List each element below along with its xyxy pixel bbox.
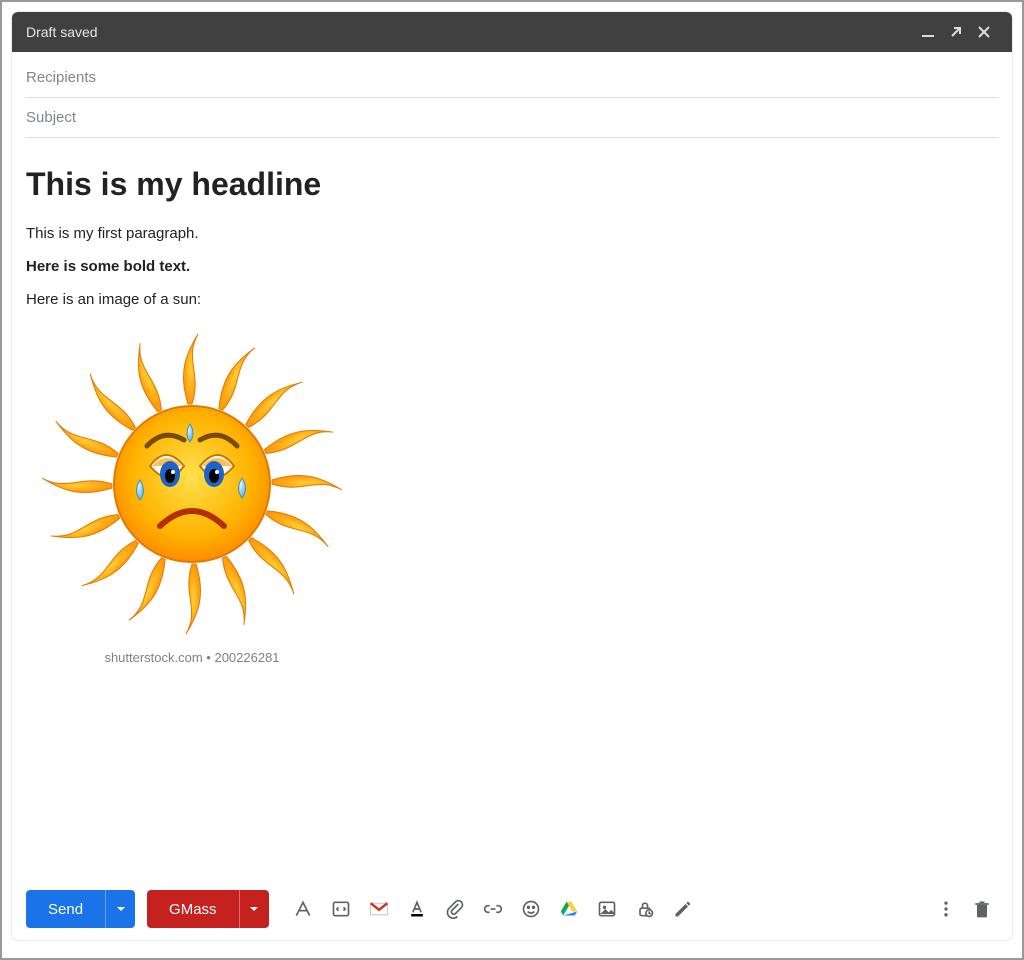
header-fields <box>12 52 1012 138</box>
body-paragraph-2: Here is some bold text. <box>26 258 998 275</box>
insert-photo-icon[interactable] <box>591 893 623 925</box>
confidential-mode-icon[interactable] <box>629 893 661 925</box>
insert-emoji-icon[interactable] <box>515 893 547 925</box>
gmass-more-dropdown[interactable] <box>239 890 269 928</box>
attach-file-icon[interactable] <box>439 893 471 925</box>
gmail-logo-icon[interactable] <box>363 893 395 925</box>
send-more-dropdown[interactable] <box>105 890 135 928</box>
titlebar: Draft saved <box>12 12 1012 52</box>
insert-signature-icon[interactable] <box>667 893 699 925</box>
image-caption: shutterstock.com • 200226281 <box>42 650 342 665</box>
popout-icon[interactable] <box>942 18 970 46</box>
close-icon[interactable] <box>970 18 998 46</box>
compose-toolbar: Send GMass <box>12 884 1012 940</box>
send-button[interactable]: Send <box>26 890 135 928</box>
insert-link-icon[interactable] <box>477 893 509 925</box>
body-paragraph-3: Here is an image of a sun: <box>26 291 998 308</box>
window-title: Draft saved <box>26 24 98 40</box>
send-button-label: Send <box>26 890 105 928</box>
more-options-icon[interactable] <box>930 893 962 925</box>
body-headline: This is my headline <box>26 166 998 203</box>
text-color-icon[interactable] <box>401 893 433 925</box>
body-paragraph-1: This is my first paragraph. <box>26 225 998 242</box>
embedded-image[interactable]: shutterstock.com • 200226281 <box>42 324 998 665</box>
message-body[interactable]: This is my headline This is my first par… <box>12 138 1012 884</box>
gmass-button[interactable]: GMass <box>147 890 269 928</box>
formatting-icons <box>287 893 699 925</box>
insert-drive-icon[interactable] <box>553 893 585 925</box>
recipients-input[interactable] <box>26 69 998 86</box>
subject-input[interactable] <box>26 109 998 126</box>
minimize-icon[interactable] <box>914 18 942 46</box>
code-view-icon[interactable] <box>325 893 357 925</box>
recipients-row[interactable] <box>26 58 998 98</box>
discard-draft-icon[interactable] <box>966 893 998 925</box>
gmass-button-label: GMass <box>147 890 239 928</box>
formatting-options-icon[interactable] <box>287 893 319 925</box>
subject-row[interactable] <box>26 98 998 138</box>
compose-window: Draft saved <box>12 12 1012 940</box>
